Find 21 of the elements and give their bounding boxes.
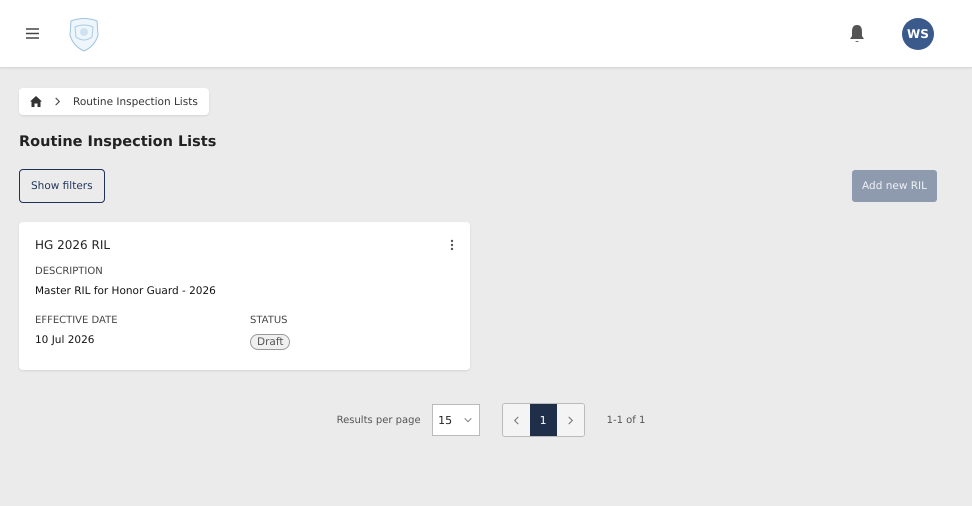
page-title: Routine Inspection Lists [19, 134, 218, 150]
field-label: EFFECTIVE DATE [35, 315, 118, 326]
notifications-bell-icon[interactable] [848, 24, 866, 44]
show-filters-button[interactable]: Show filters [19, 169, 105, 203]
next-page-button[interactable] [556, 404, 584, 436]
per-page-select[interactable]: 15 [432, 404, 480, 436]
menu-button[interactable] [26, 28, 39, 39]
card-title: HG 2026 RIL [35, 238, 110, 252]
per-page-label: Results per page [336, 414, 421, 426]
field-value: Master RIL for Honor Guard - 2026 [35, 285, 217, 297]
results-range: 1-1 of 1 [606, 414, 646, 426]
field-value: 10 Jul 2026 [35, 334, 94, 346]
field-label: STATUS [250, 315, 288, 326]
user-avatar[interactable]: WS [902, 18, 934, 50]
breadcrumb-item[interactable]: Routine Inspection Lists [73, 96, 198, 108]
status-chip: Draft [250, 334, 290, 350]
page-button[interactable]: 1 [530, 404, 557, 436]
chevron-down-icon [463, 415, 474, 425]
more-options-icon[interactable] [450, 239, 454, 251]
field-label: DESCRIPTION [35, 266, 104, 277]
home-icon[interactable] [30, 96, 42, 107]
